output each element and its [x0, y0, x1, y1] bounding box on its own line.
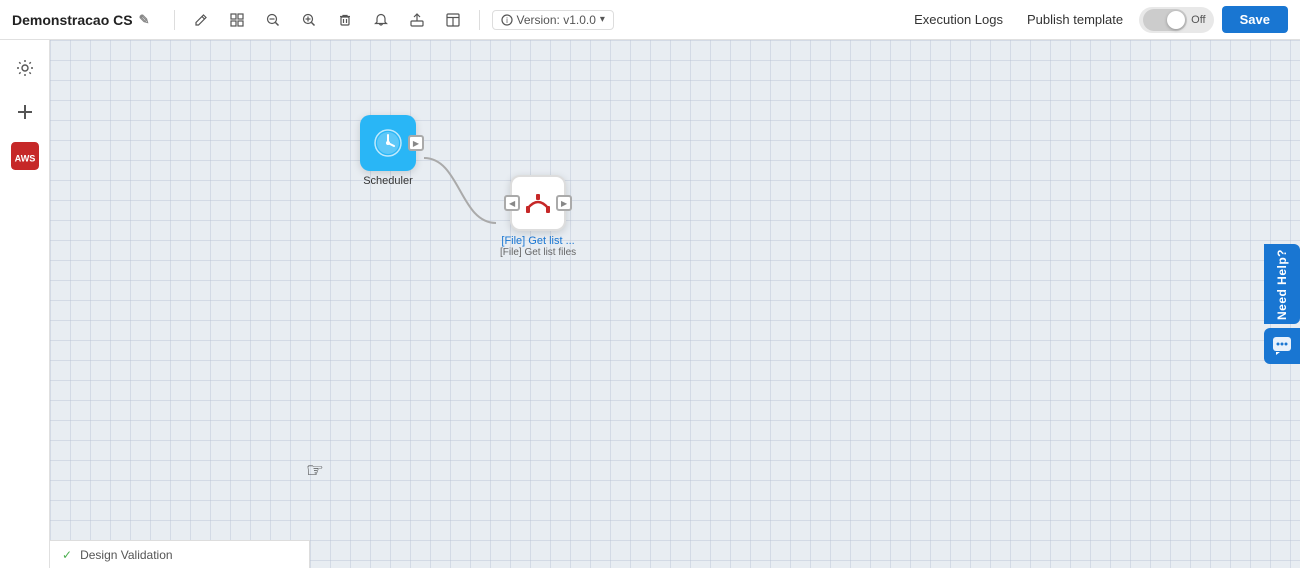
- file-node-label: [File] Get list ...: [501, 235, 574, 247]
- toggle-switch[interactable]: [1143, 9, 1187, 31]
- grid-icon: [230, 13, 244, 27]
- tools-icon: [16, 59, 34, 77]
- delete-icon: [338, 13, 352, 27]
- zoom-in-icon: [302, 13, 316, 27]
- export-icon: [410, 13, 424, 27]
- title-text: Demonstracao CS: [12, 12, 133, 28]
- need-help-label: Need Help?: [1275, 249, 1289, 320]
- version-badge[interactable]: i Version: v1.0.0 ▾: [492, 10, 614, 30]
- clock-icon: [372, 127, 404, 159]
- aws-node-button[interactable]: AWS: [7, 138, 43, 174]
- toggle-knob: [1167, 11, 1185, 29]
- validation-check-icon: ✓: [62, 548, 72, 562]
- pencil-button[interactable]: [187, 6, 215, 34]
- main-content: AWS ▶ Scheduler: [0, 40, 1300, 568]
- bell-icon: [374, 13, 388, 27]
- aws-file-icon: [519, 184, 557, 222]
- zoom-in-button[interactable]: [295, 6, 323, 34]
- header-divider-1: [174, 10, 175, 30]
- info-icon: i: [501, 14, 513, 26]
- svg-text:AWS: AWS: [14, 154, 35, 164]
- scheduler-node[interactable]: ▶ Scheduler: [360, 115, 416, 187]
- chat-icon: [1272, 336, 1292, 356]
- toggle-label: Off: [1187, 14, 1209, 26]
- save-button[interactable]: Save: [1222, 6, 1288, 33]
- chat-button[interactable]: [1264, 328, 1300, 364]
- version-chevron: ▾: [600, 14, 605, 25]
- page-title: Demonstracao CS ✎: [12, 12, 150, 28]
- edit-title-icon[interactable]: ✎: [139, 12, 150, 28]
- grid-button[interactable]: [223, 6, 251, 34]
- left-sidebar: AWS: [0, 40, 50, 568]
- template-icon: [446, 13, 460, 27]
- scheduler-label: Scheduler: [363, 175, 413, 187]
- template-button[interactable]: [439, 6, 467, 34]
- scheduler-node-box[interactable]: ▶: [360, 115, 416, 171]
- file-node-box[interactable]: ◀ ▶: [510, 175, 566, 231]
- cursor: ☞: [306, 458, 324, 483]
- pencil-icon: [194, 13, 208, 27]
- add-icon: [16, 103, 34, 121]
- add-node-button[interactable]: [7, 94, 43, 130]
- bell-button[interactable]: [367, 6, 395, 34]
- header: Demonstracao CS ✎: [0, 0, 1300, 40]
- zoom-out-button[interactable]: [259, 6, 287, 34]
- workflow-canvas[interactable]: ▶ Scheduler: [50, 40, 1300, 568]
- file-input-connector[interactable]: ◀: [504, 195, 520, 211]
- aws-sidebar-icon: AWS: [11, 142, 39, 170]
- zoom-out-icon: [266, 13, 280, 27]
- file-node-sublabel: [File] Get list files: [500, 247, 576, 258]
- tools-button[interactable]: [7, 50, 43, 86]
- version-text: Version: v1.0.0: [517, 13, 596, 27]
- publish-template-button[interactable]: Publish template: [1019, 8, 1131, 31]
- file-get-list-node[interactable]: ◀ ▶ [File] Get list ... [File] Get list …: [500, 175, 576, 258]
- connections-layer: [50, 40, 1300, 568]
- delete-button[interactable]: [331, 6, 359, 34]
- bottom-panel-label: Design Validation: [80, 548, 173, 562]
- file-output-connector[interactable]: ▶: [556, 195, 572, 211]
- header-divider-2: [479, 10, 480, 30]
- export-button[interactable]: [403, 6, 431, 34]
- svg-text:i: i: [506, 16, 508, 25]
- execution-logs-button[interactable]: Execution Logs: [906, 8, 1011, 31]
- toggle-wrapper: Off: [1139, 7, 1213, 33]
- need-help-button[interactable]: Need Help?: [1264, 244, 1300, 324]
- scheduler-output-connector[interactable]: ▶: [408, 135, 424, 151]
- bottom-panel: ✓ Design Validation: [50, 540, 310, 568]
- right-help-panel: Need Help?: [1264, 244, 1300, 364]
